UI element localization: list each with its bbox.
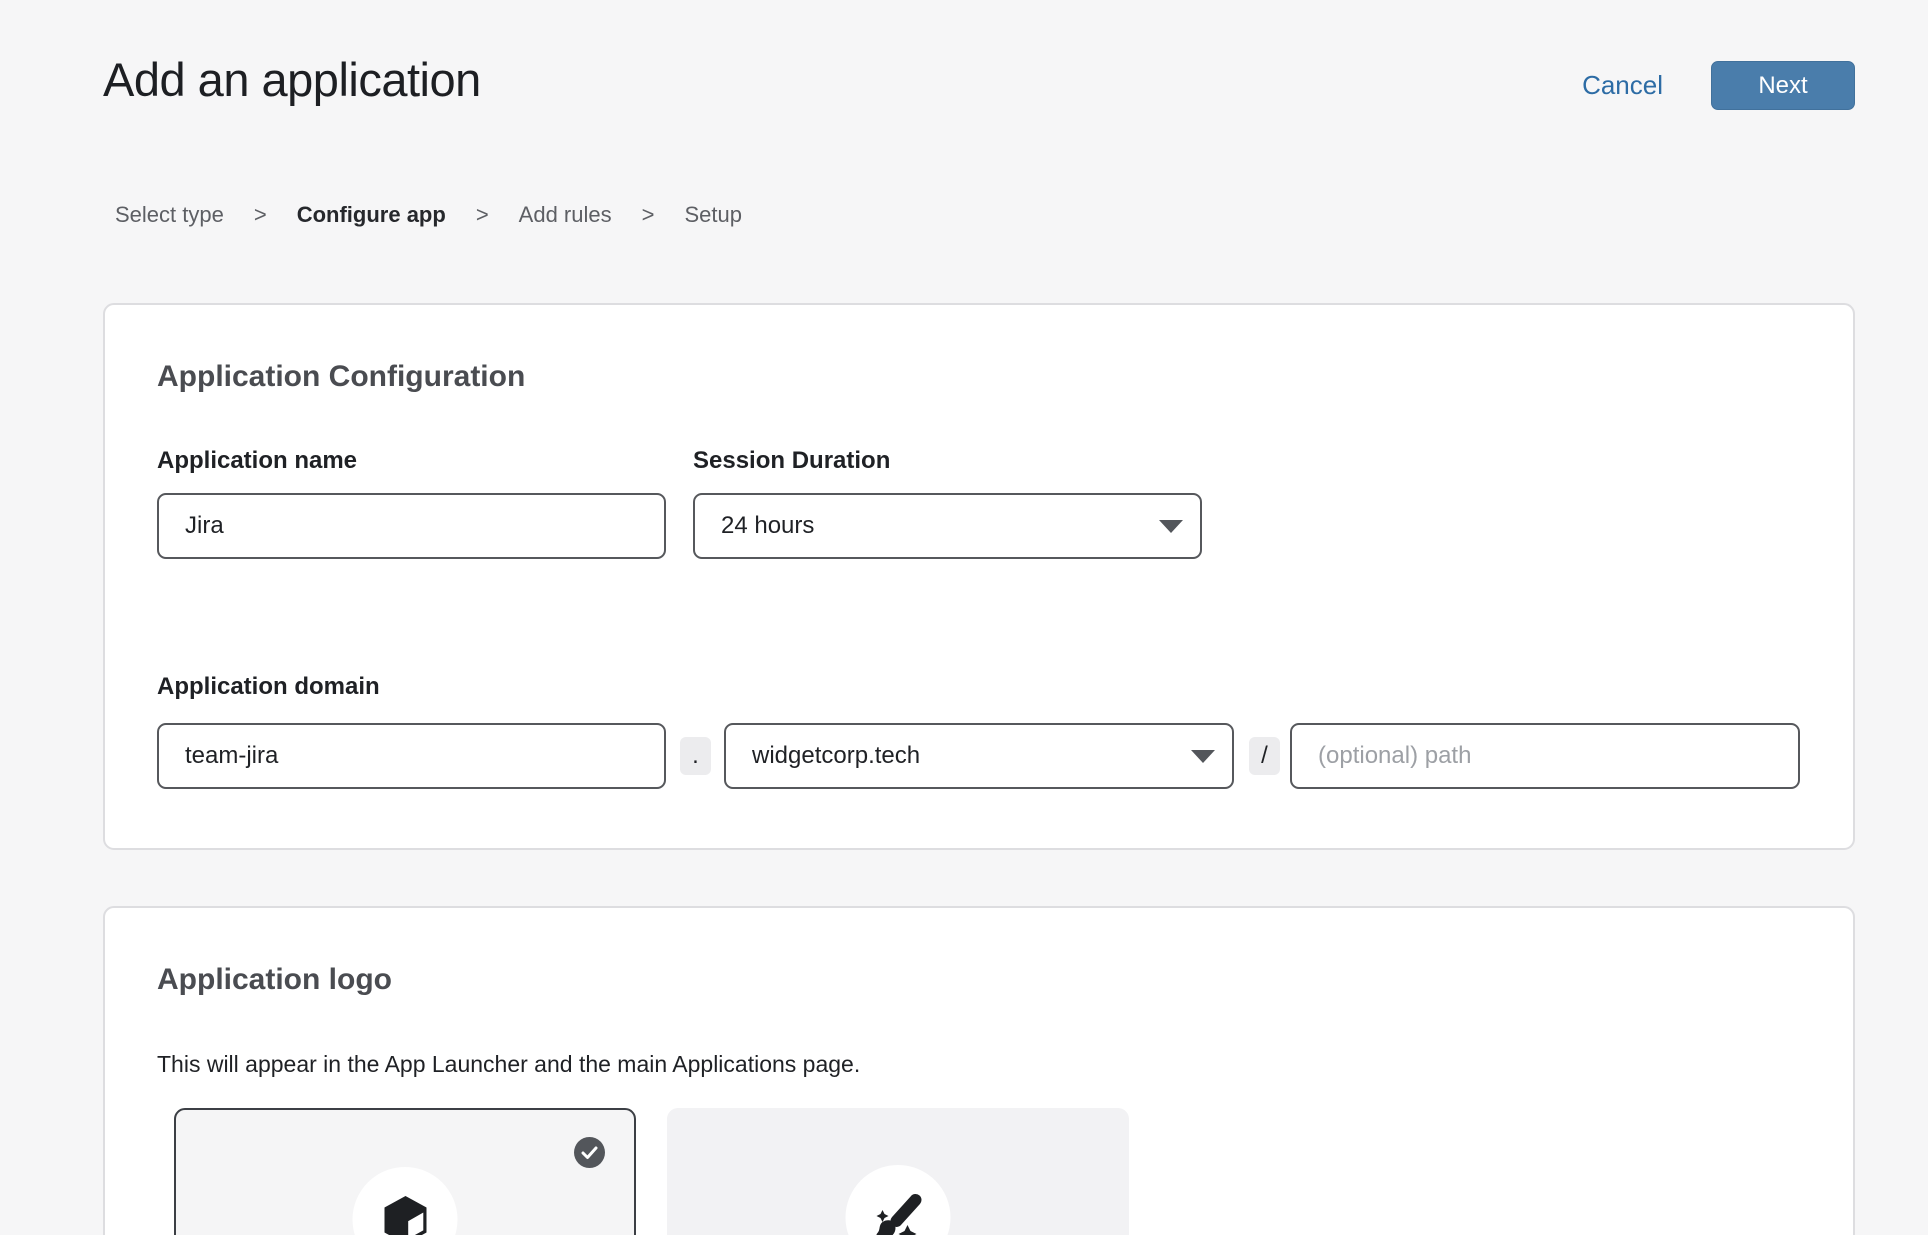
step-add-rules[interactable]: Add rules [519, 202, 612, 228]
add-application-page: Add an application Cancel Next Select ty… [0, 0, 1928, 1240]
selected-check-badge [574, 1137, 605, 1168]
cancel-button[interactable]: Cancel [1582, 70, 1663, 101]
subdomain-input[interactable] [157, 723, 666, 789]
logo-card-heading: Application logo [157, 963, 392, 997]
breadcrumb-separator: > [476, 202, 489, 228]
application-logo-card: Application logo This will appear in the… [103, 906, 1855, 1235]
path-input[interactable] [1290, 723, 1800, 789]
next-button[interactable]: Next [1711, 61, 1855, 110]
domain-slash-separator: / [1249, 737, 1280, 775]
header-actions: Cancel Next [1582, 61, 1855, 110]
page-body: Add an application Cancel Next Select ty… [0, 0, 1928, 1235]
application-name-input[interactable] [157, 493, 666, 559]
logo-option-custom[interactable] [667, 1108, 1129, 1235]
cube-icon [383, 1195, 427, 1236]
logo-option-default[interactable] [174, 1108, 636, 1235]
logo-card-description: This will appear in the App Launcher and… [157, 1051, 860, 1078]
logo-icon-circle [353, 1167, 458, 1235]
application-configuration-card: Application Configuration Application na… [103, 303, 1855, 850]
chevron-down-icon [1190, 749, 1216, 764]
domain-select[interactable]: widgetcorp.tech [724, 723, 1234, 789]
paintbrush-icon [872, 1192, 924, 1236]
configuration-card-heading: Application Configuration [157, 360, 525, 394]
logo-options [174, 1108, 1129, 1235]
session-duration-value: 24 hours [721, 512, 814, 540]
domain-dot-separator: . [680, 737, 711, 775]
step-select-type[interactable]: Select type [115, 202, 224, 228]
application-name-label: Application name [157, 447, 357, 475]
chevron-down-icon [1158, 519, 1184, 534]
breadcrumb-separator: > [254, 202, 267, 228]
session-duration-label: Session Duration [693, 447, 890, 475]
breadcrumb: Select type > Configure app > Add rules … [115, 202, 742, 228]
domain-select-value: widgetcorp.tech [752, 742, 920, 770]
step-setup[interactable]: Setup [684, 202, 742, 228]
logo-icon-circle [846, 1165, 951, 1235]
step-configure-app[interactable]: Configure app [297, 202, 446, 228]
session-duration-select[interactable]: 24 hours [693, 493, 1202, 559]
check-icon [581, 1146, 598, 1160]
application-domain-label: Application domain [157, 673, 380, 701]
breadcrumb-separator: > [642, 202, 655, 228]
page-title: Add an application [103, 52, 481, 107]
